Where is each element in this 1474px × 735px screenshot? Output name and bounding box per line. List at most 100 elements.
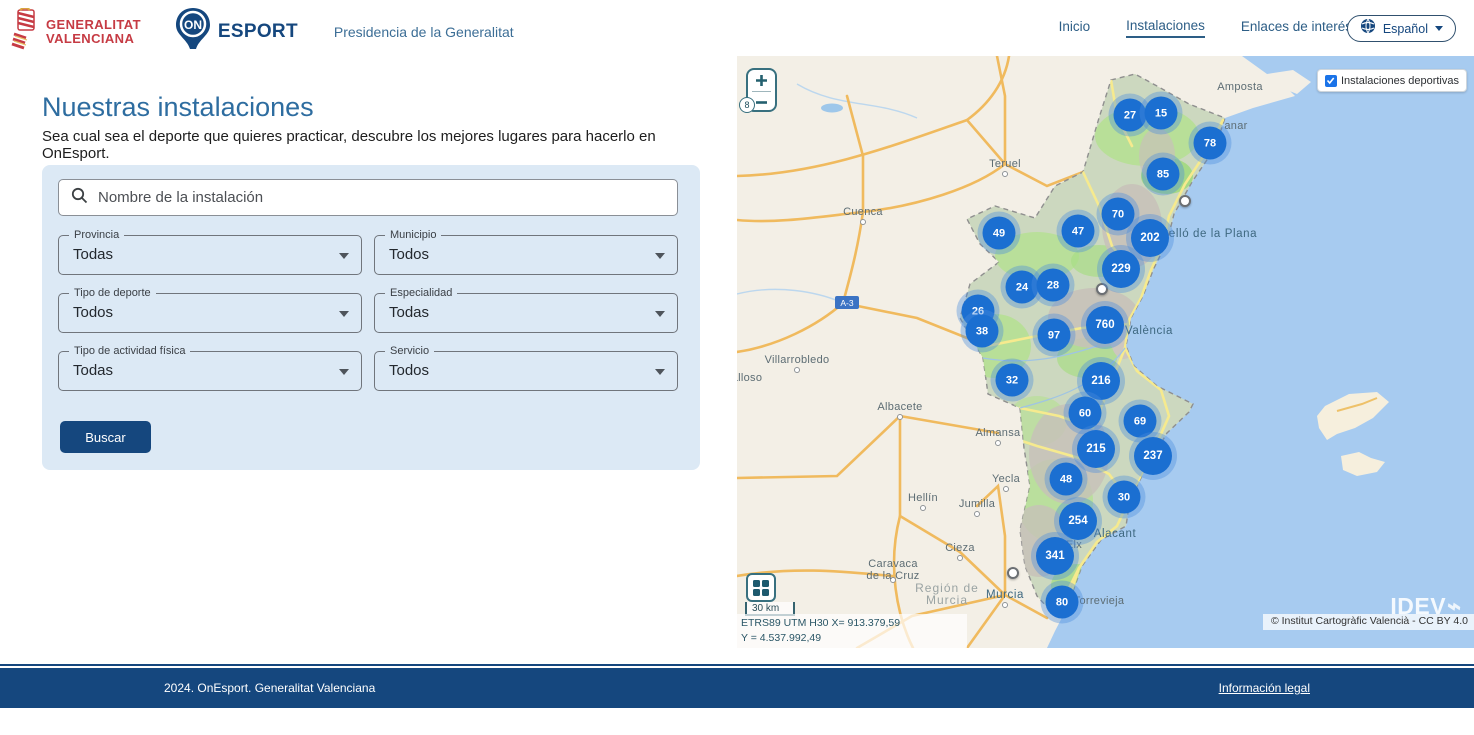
gva-name-line1: GENERALITAT — [46, 17, 141, 32]
globe-icon — [1360, 18, 1376, 39]
layer-switcher-button[interactable] — [746, 573, 776, 602]
city-dot — [1002, 602, 1008, 608]
cluster-marker[interactable]: 32 — [996, 364, 1029, 397]
cluster-marker[interactable]: 215 — [1077, 430, 1115, 468]
cluster-marker[interactable]: 38 — [966, 315, 999, 348]
city-dot — [794, 367, 800, 373]
gva-name-line2: VALENCIANA — [46, 31, 134, 46]
map-zoom-control: 8 — [746, 68, 777, 112]
cluster-marker[interactable]: 80 — [1046, 586, 1079, 619]
cluster-marker[interactable]: 28 — [1037, 269, 1070, 302]
cluster-marker[interactable]: 30 — [1108, 481, 1141, 514]
informacion-legal-link[interactable]: Información legal — [1219, 681, 1310, 695]
footer-divider — [0, 664, 1474, 666]
onesport-pin-icon: ON — [173, 6, 213, 57]
filter-tipo-deporte-label: Tipo de deporte — [69, 287, 156, 299]
filter-panel: Provincia Todas Municipio Todos Tipo de … — [42, 165, 700, 470]
city-dot — [974, 511, 980, 517]
gva-logo[interactable]: GENERALITAT VALENCIANA — [10, 8, 141, 55]
filter-actividad-fisica-label: Tipo de actividad física — [69, 345, 190, 357]
buscar-button[interactable]: Buscar — [60, 421, 151, 453]
facility-search-box[interactable] — [58, 179, 678, 216]
city-dot — [995, 440, 1001, 446]
filter-servicio[interactable]: Servicio Todos — [374, 351, 678, 391]
cluster-marker[interactable]: 760 — [1086, 306, 1124, 344]
footer-copyright: 2024. OnEsport. Generalitat Valenciana — [164, 681, 375, 695]
onesport-wordmark: ESPORT — [218, 21, 298, 43]
city-dot — [1003, 486, 1009, 492]
facility-point-marker[interactable] — [1007, 567, 1019, 579]
search-icon — [71, 187, 88, 209]
filter-provincia-value: Todas — [73, 246, 113, 263]
cluster-marker[interactable]: 85 — [1147, 158, 1180, 191]
facility-point-marker[interactable] — [1096, 283, 1108, 295]
svg-text:ON: ON — [184, 18, 202, 32]
language-selector[interactable]: Español — [1347, 15, 1456, 42]
facility-search-input[interactable] — [98, 189, 665, 206]
filter-actividad-fisica[interactable]: Tipo de actividad física Todas — [58, 351, 362, 391]
cluster-marker[interactable]: 60 — [1069, 397, 1102, 430]
map-coordinates-line2: Y = 4.537.992,49 — [741, 631, 967, 646]
cluster-marker[interactable]: 97 — [1038, 319, 1071, 352]
city-dot — [1002, 171, 1008, 177]
map-canvas[interactable]: A-3 AmpostaanarCastelló de la PlanaValèn… — [737, 56, 1474, 648]
cluster-marker[interactable]: 341 — [1036, 537, 1074, 575]
page-title: Nuestras instalaciones — [42, 92, 314, 123]
chevron-down-icon — [339, 253, 349, 259]
cluster-marker[interactable]: 254 — [1059, 502, 1097, 540]
cluster-marker[interactable]: 15 — [1145, 97, 1178, 130]
facility-point-marker[interactable] — [1179, 195, 1191, 207]
city-dot — [890, 577, 896, 583]
main-nav: Inicio Instalaciones Enlaces de interés — [1059, 0, 1352, 56]
filter-municipio-value: Todos — [389, 246, 429, 263]
chevron-down-icon — [1435, 26, 1443, 31]
map-base-layer: A-3 — [737, 56, 1474, 648]
zoom-in-button[interactable] — [748, 70, 775, 91]
filter-especialidad[interactable]: Especialidad Todas — [374, 293, 678, 333]
cluster-marker[interactable]: 48 — [1050, 463, 1083, 496]
chevron-down-icon — [339, 311, 349, 317]
filter-actividad-fisica-value: Todas — [73, 362, 113, 379]
filter-municipio[interactable]: Municipio Todos — [374, 235, 678, 275]
cluster-marker[interactable]: 216 — [1082, 362, 1120, 400]
filter-tipo-deporte-value: Todos — [73, 304, 113, 321]
chevron-down-icon — [655, 253, 665, 259]
checkbox-checked-icon[interactable] — [1325, 75, 1337, 87]
filter-especialidad-label: Especialidad — [385, 287, 457, 299]
city-dot — [920, 505, 926, 511]
svg-text:A-3: A-3 — [840, 298, 854, 308]
filter-provincia[interactable]: Provincia Todas — [58, 235, 362, 275]
zoom-level-badge: 8 — [739, 97, 755, 113]
gva-emblem-icon — [10, 8, 40, 55]
header: GENERALITAT VALENCIANA ON ESPORT Preside… — [0, 0, 1474, 56]
header-subtitle: Presidencia de la Generalitat — [334, 24, 514, 40]
nav-item-instalaciones[interactable]: Instalaciones — [1126, 18, 1205, 38]
cluster-marker[interactable]: 24 — [1006, 271, 1039, 304]
nav-item-enlaces[interactable]: Enlaces de interés — [1241, 19, 1352, 37]
filter-tipo-deporte[interactable]: Tipo de deporte Todos — [58, 293, 362, 333]
page-subtitle: Sea cual sea el deporte que quieres prac… — [42, 128, 702, 162]
filter-provincia-label: Provincia — [69, 229, 124, 241]
chevron-down-icon — [655, 311, 665, 317]
cluster-marker[interactable]: 49 — [983, 217, 1016, 250]
footer: 2024. OnEsport. Generalitat Valenciana I… — [0, 668, 1474, 708]
onesport-logo[interactable]: ON ESPORT — [173, 6, 298, 57]
cluster-marker[interactable]: 237 — [1134, 437, 1172, 475]
filter-municipio-label: Municipio — [385, 229, 441, 241]
filter-especialidad-value: Todas — [389, 304, 429, 321]
chevron-down-icon — [655, 369, 665, 375]
city-dot — [957, 555, 963, 561]
instalaciones-deportivas-toggle[interactable]: Instalaciones deportivas — [1317, 69, 1467, 92]
map-attribution: © Institut Cartogràfic Valencià - CC BY … — [1263, 614, 1474, 630]
cluster-marker[interactable]: 202 — [1131, 219, 1169, 257]
city-dot — [897, 414, 903, 420]
chevron-down-icon — [339, 369, 349, 375]
map-coordinates: ETRS89 UTM H30 X= 913.379,59 Y = 4.537.9… — [737, 614, 967, 648]
cluster-marker[interactable]: 69 — [1124, 405, 1157, 438]
cluster-marker[interactable]: 78 — [1194, 127, 1227, 160]
cluster-marker[interactable]: 47 — [1062, 215, 1095, 248]
nav-item-inicio[interactable]: Inicio — [1059, 19, 1091, 37]
cluster-marker[interactable]: 27 — [1114, 99, 1147, 132]
cluster-marker[interactable]: 229 — [1102, 250, 1140, 288]
cluster-marker[interactable]: 70 — [1102, 198, 1135, 231]
